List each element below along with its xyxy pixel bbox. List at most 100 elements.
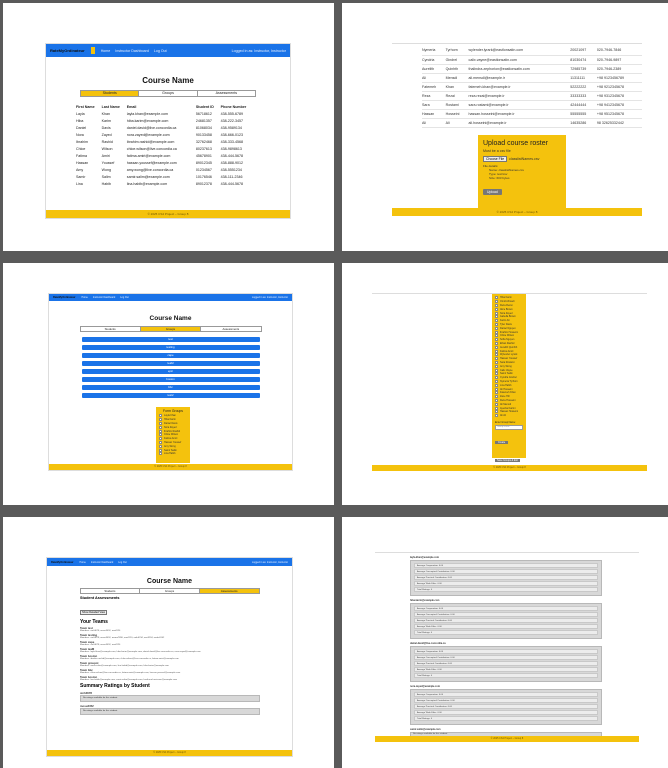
checkbox-icon[interactable]	[159, 425, 162, 429]
nav-logout-link[interactable]: Log Out	[154, 49, 167, 53]
checkbox-icon[interactable]	[159, 421, 162, 425]
group-pill[interactable]: teaM	[81, 361, 260, 366]
tab-assessments[interactable]: Assessments	[198, 91, 255, 96]
table-cell: 438-555-6789	[220, 111, 244, 116]
checkbox-icon[interactable]	[495, 364, 498, 368]
checkbox-icon[interactable]	[495, 414, 498, 418]
checkbox-icon[interactable]	[495, 410, 498, 414]
table-row: Nora Zayed nora.zayed@example.com 90133458 4…	[76, 131, 256, 138]
top-navbar: RateMyOrdinateur Home Instructor Dashboa…	[49, 294, 292, 301]
table-cell: Fatemeh	[422, 82, 446, 92]
nav-home-link[interactable]: Home	[101, 49, 111, 53]
choose-file-button[interactable]: Choose File	[483, 156, 508, 162]
checkbox-icon[interactable]	[495, 379, 498, 383]
checkbox-icon[interactable]	[495, 322, 498, 326]
checkbox-icon[interactable]	[159, 444, 162, 448]
upload-button[interactable]: Upload	[483, 189, 502, 195]
checkbox-icon[interactable]	[159, 418, 162, 422]
create-group-button[interactable]: Create	[495, 440, 509, 444]
group-pill[interactable]: cape	[81, 353, 260, 358]
checkbox-icon[interactable]	[495, 315, 498, 319]
checkbox-icon[interactable]	[495, 334, 498, 338]
detail-metric: Average Work Ethic: 0.00	[414, 710, 598, 715]
brand-logo[interactable]: RateMyOrdinateur	[51, 561, 73, 564]
checkbox-icon[interactable]	[495, 326, 498, 330]
detail-ratings-box: Average Cooperation: 0.00 Average Concept…	[410, 560, 602, 596]
brand-logo[interactable]: RateMyOrdinateur	[50, 48, 85, 53]
checkbox-icon[interactable]	[495, 345, 498, 349]
tab-students[interactable]: Students	[81, 589, 141, 593]
tab-groups[interactable]: Groups	[139, 91, 198, 96]
group-pill[interactable]: bbc	[81, 385, 260, 390]
checkbox-icon[interactable]	[159, 429, 162, 433]
student-checkbox-row[interactable]: Lina Habib	[159, 452, 187, 456]
nav-dashboard-link[interactable]: Instructor Dashboard	[115, 49, 149, 53]
checkbox-icon[interactable]	[159, 448, 162, 452]
student-checkbox-row[interactable]: Ali Ali	[495, 414, 523, 418]
checkbox-icon[interactable]	[495, 341, 498, 345]
table-cell: 438-444-5678	[220, 153, 244, 158]
tab-assessments[interactable]: Assessments	[201, 327, 260, 331]
tab-assessments[interactable]: Assessments	[199, 589, 259, 593]
checkbox-icon[interactable]	[495, 353, 498, 357]
checkbox-icon[interactable]	[495, 376, 498, 380]
checkbox-icon[interactable]	[159, 414, 162, 418]
table-cell: 56718612	[195, 111, 212, 116]
checkbox-icon[interactable]	[495, 395, 498, 399]
group-pill[interactable]: test2	[81, 393, 260, 398]
checkbox-icon[interactable]	[159, 437, 162, 441]
group-pill[interactable]: boston	[81, 377, 260, 382]
checkbox-icon[interactable]	[159, 440, 162, 444]
table-cell: amy.wong@live.concordia.ca	[126, 167, 174, 172]
checkbox-icon[interactable]	[495, 391, 498, 395]
checkbox-icon[interactable]	[495, 300, 498, 304]
group-pill[interactable]: epic	[81, 369, 260, 374]
brand-logo[interactable]: RateMyOrdinateur	[53, 296, 75, 299]
tab-students[interactable]: Students	[81, 327, 141, 331]
table-cell: Daniel	[76, 125, 87, 130]
checkbox-icon[interactable]	[159, 433, 162, 437]
table-cell: 438-444-5678	[220, 181, 244, 186]
checkbox-icon[interactable]	[495, 406, 498, 410]
checkbox-icon[interactable]	[495, 319, 498, 323]
checkbox-icon[interactable]	[495, 387, 498, 391]
table-row: Hassan Youssef hassan.youssef@example.com 8…	[76, 159, 256, 166]
checkbox-icon[interactable]	[495, 360, 498, 364]
nav-home-link[interactable]: Home	[79, 561, 85, 564]
checkbox-icon[interactable]	[495, 338, 498, 342]
detailed-view-toggle[interactable]: Show Detailed View	[80, 610, 108, 615]
group-pill[interactable]: test	[81, 337, 260, 342]
checkbox-icon[interactable]	[159, 452, 162, 456]
checkbox-icon[interactable]	[495, 330, 498, 334]
table-cell: layla.khan@example.com	[126, 111, 168, 116]
checkbox-icon[interactable]	[495, 311, 498, 315]
table-cell: Gindrel	[445, 55, 469, 65]
nav-dashboard-link[interactable]: Instructor Dashboard	[93, 296, 115, 299]
checkbox-icon[interactable]	[495, 357, 498, 361]
checkbox-icon[interactable]	[495, 368, 498, 372]
nav-logout-link[interactable]: Log Out	[120, 296, 129, 299]
table-cell: 81068034	[195, 125, 212, 130]
checkbox-icon[interactable]	[495, 402, 498, 406]
checkbox-icon[interactable]	[495, 296, 498, 300]
table-cell: Reza	[422, 91, 446, 101]
checkbox-icon[interactable]	[495, 307, 498, 311]
nav-logout-link[interactable]: Log Out	[118, 561, 127, 564]
group-name-input[interactable]: Group Name	[495, 424, 523, 430]
checkbox-icon[interactable]	[495, 398, 498, 402]
checkbox-icon[interactable]	[495, 349, 498, 353]
table-cell: 10176546	[195, 174, 212, 179]
table-cell: Amiri	[101, 153, 110, 158]
table-cell: Rezai	[445, 91, 469, 101]
tab-students[interactable]: Students	[81, 91, 140, 96]
checkbox-icon[interactable]	[495, 383, 498, 387]
group-pill[interactable]: testing	[81, 345, 260, 350]
save-groups-button[interactable]: Save Groups & Exit	[495, 458, 520, 462]
nav-dashboard-link[interactable]: Instructor Dashboard	[91, 561, 113, 564]
tab-groups[interactable]: Groups	[140, 589, 200, 593]
tab-groups[interactable]: Groups	[140, 327, 202, 331]
nav-home-link[interactable]: Home	[81, 296, 87, 299]
table-row: Fatima Amiri fatima.amiri@example.com 45678…	[76, 152, 256, 159]
checkbox-icon[interactable]	[495, 303, 498, 307]
checkbox-icon[interactable]	[495, 372, 498, 376]
